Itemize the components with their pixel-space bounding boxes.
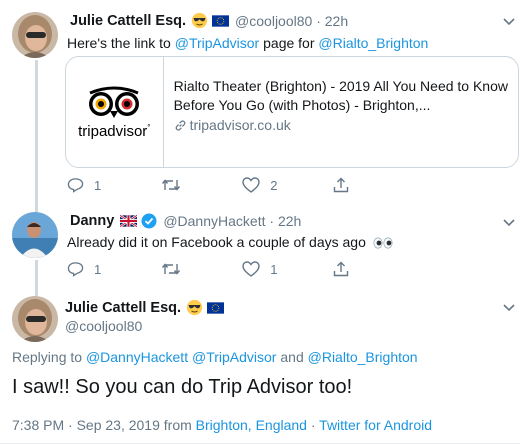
uk-flag-icon bbox=[120, 215, 138, 227]
share-icon bbox=[334, 261, 349, 277]
tweet-header: Julie Cattell Esq. @cooljool80 · 22h bbox=[70, 12, 348, 29]
tweet-header: Danny @DannyHackett · 22h bbox=[70, 213, 301, 229]
link-card[interactable]: tripadvisor° Rialto Theater (Brighton) -… bbox=[65, 56, 519, 168]
tweet-header: Julie Cattell Esq. bbox=[65, 299, 225, 316]
replying-prefix: Replying to bbox=[12, 349, 86, 365]
mention-link[interactable]: @DannyHackett bbox=[86, 349, 188, 365]
thread-line bbox=[35, 260, 38, 296]
avatar[interactable] bbox=[12, 212, 58, 258]
wordmark-trip: trip bbox=[78, 122, 99, 140]
thread-line bbox=[35, 60, 38, 212]
replying-to: Replying to @DannyHackett @TripAdvisor a… bbox=[12, 349, 418, 365]
card-title-line: Rialto Theater (Brighton) - 2019 All You… bbox=[173, 78, 508, 94]
owl-logo-icon bbox=[89, 86, 140, 118]
mention-link[interactable]: @TripAdvisor bbox=[192, 349, 277, 365]
display-name[interactable]: Danny bbox=[70, 213, 114, 229]
tweet-text: Already did it on Facebook a couple of d… bbox=[67, 233, 394, 252]
handle[interactable]: @cooljool80 bbox=[235, 13, 312, 29]
verified-icon bbox=[141, 213, 157, 229]
handle[interactable]: @DannyHackett bbox=[163, 213, 265, 229]
retweet-button[interactable] bbox=[161, 262, 191, 276]
tripadvisor-logo: tripadvisor° bbox=[66, 57, 164, 167]
display-name[interactable]: Julie Cattell Esq. bbox=[65, 300, 181, 316]
card-domain: tripadvisor.co.uk bbox=[174, 116, 508, 135]
card-body: Rialto Theater (Brighton) - 2019 All You… bbox=[164, 57, 518, 167]
share-button[interactable] bbox=[333, 261, 349, 277]
chevron-down-icon[interactable] bbox=[503, 304, 515, 312]
timestamp[interactable]: 22h bbox=[278, 213, 301, 229]
wordmark-advisor: advisor bbox=[98, 122, 148, 140]
like-icon bbox=[242, 261, 260, 277]
separator: · bbox=[265, 213, 278, 229]
reply-button[interactable]: 1 bbox=[67, 177, 101, 193]
like-icon bbox=[242, 177, 260, 193]
share-icon bbox=[334, 177, 349, 193]
tweet-text-part: Already did it on Facebook a couple of d… bbox=[67, 234, 366, 250]
avatar[interactable] bbox=[12, 12, 58, 58]
retweet-button[interactable] bbox=[161, 178, 191, 192]
like-count: 1 bbox=[270, 261, 278, 277]
share-button[interactable] bbox=[333, 177, 349, 193]
client-link[interactable]: Twitter for Android bbox=[319, 417, 432, 433]
mention-link[interactable]: @Rialto_Brighton bbox=[308, 349, 418, 365]
reply-count: 1 bbox=[94, 261, 102, 277]
card-title-line: Before You Go (with Photos) - Brighton,.… bbox=[173, 97, 431, 113]
tweet-text: Here's the link to @TripAdvisor page for… bbox=[67, 34, 428, 53]
registered-mark: ° bbox=[147, 122, 151, 132]
eyes-emoji-icon bbox=[373, 237, 393, 249]
card-domain-text: tripadvisor.co.uk bbox=[189, 117, 291, 133]
reply-count: 1 bbox=[94, 177, 102, 193]
like-button[interactable]: 2 bbox=[242, 177, 277, 193]
like-button[interactable]: 1 bbox=[242, 261, 277, 277]
tweet-actions: 1 2 bbox=[67, 177, 349, 193]
display-name[interactable]: Julie Cattell Esq. bbox=[70, 13, 186, 29]
separator: · bbox=[312, 12, 325, 29]
eu-flag-icon bbox=[212, 14, 230, 27]
tweet-text-part: page for bbox=[259, 35, 319, 51]
reply-icon bbox=[67, 262, 84, 277]
chevron-down-icon[interactable] bbox=[503, 18, 515, 26]
tweet-text-part: Here's the link to bbox=[67, 35, 175, 51]
tripadvisor-wordmark: tripadvisor° bbox=[78, 123, 150, 140]
sunglasses-emoji-icon bbox=[186, 299, 203, 316]
avatar[interactable] bbox=[12, 296, 58, 342]
timestamp[interactable]: 22h bbox=[325, 13, 348, 29]
location-link[interactable]: Brighton, England bbox=[196, 417, 307, 433]
replying-and: and bbox=[276, 349, 308, 365]
retweet-icon bbox=[162, 263, 181, 275]
main-tweet-text: I saw!! So you can do Trip Advisor too! bbox=[12, 376, 353, 398]
tweet-timestamp[interactable]: 7:38 PM · Sep 23, 2019 from bbox=[12, 417, 196, 433]
chevron-down-icon[interactable] bbox=[503, 219, 515, 227]
reply-button[interactable]: 1 bbox=[67, 261, 101, 277]
handle[interactable]: @cooljool80 bbox=[65, 318, 142, 334]
link-icon bbox=[175, 120, 185, 131]
sunglasses-emoji-icon bbox=[191, 12, 208, 29]
tweet-meta: 7:38 PM · Sep 23, 2019 from Brighton, En… bbox=[12, 417, 432, 433]
handle-row: @cooljool80 bbox=[65, 317, 142, 336]
mention-link[interactable]: @TripAdvisor bbox=[175, 35, 260, 51]
eu-flag-icon bbox=[207, 301, 225, 314]
meta-separator: · bbox=[306, 417, 320, 433]
reply-icon bbox=[67, 178, 84, 193]
mention-link[interactable]: @Rialto_Brighton bbox=[318, 35, 428, 51]
like-count: 2 bbox=[270, 177, 278, 193]
tweet-actions: 1 1 bbox=[67, 261, 349, 277]
retweet-icon bbox=[162, 179, 181, 191]
